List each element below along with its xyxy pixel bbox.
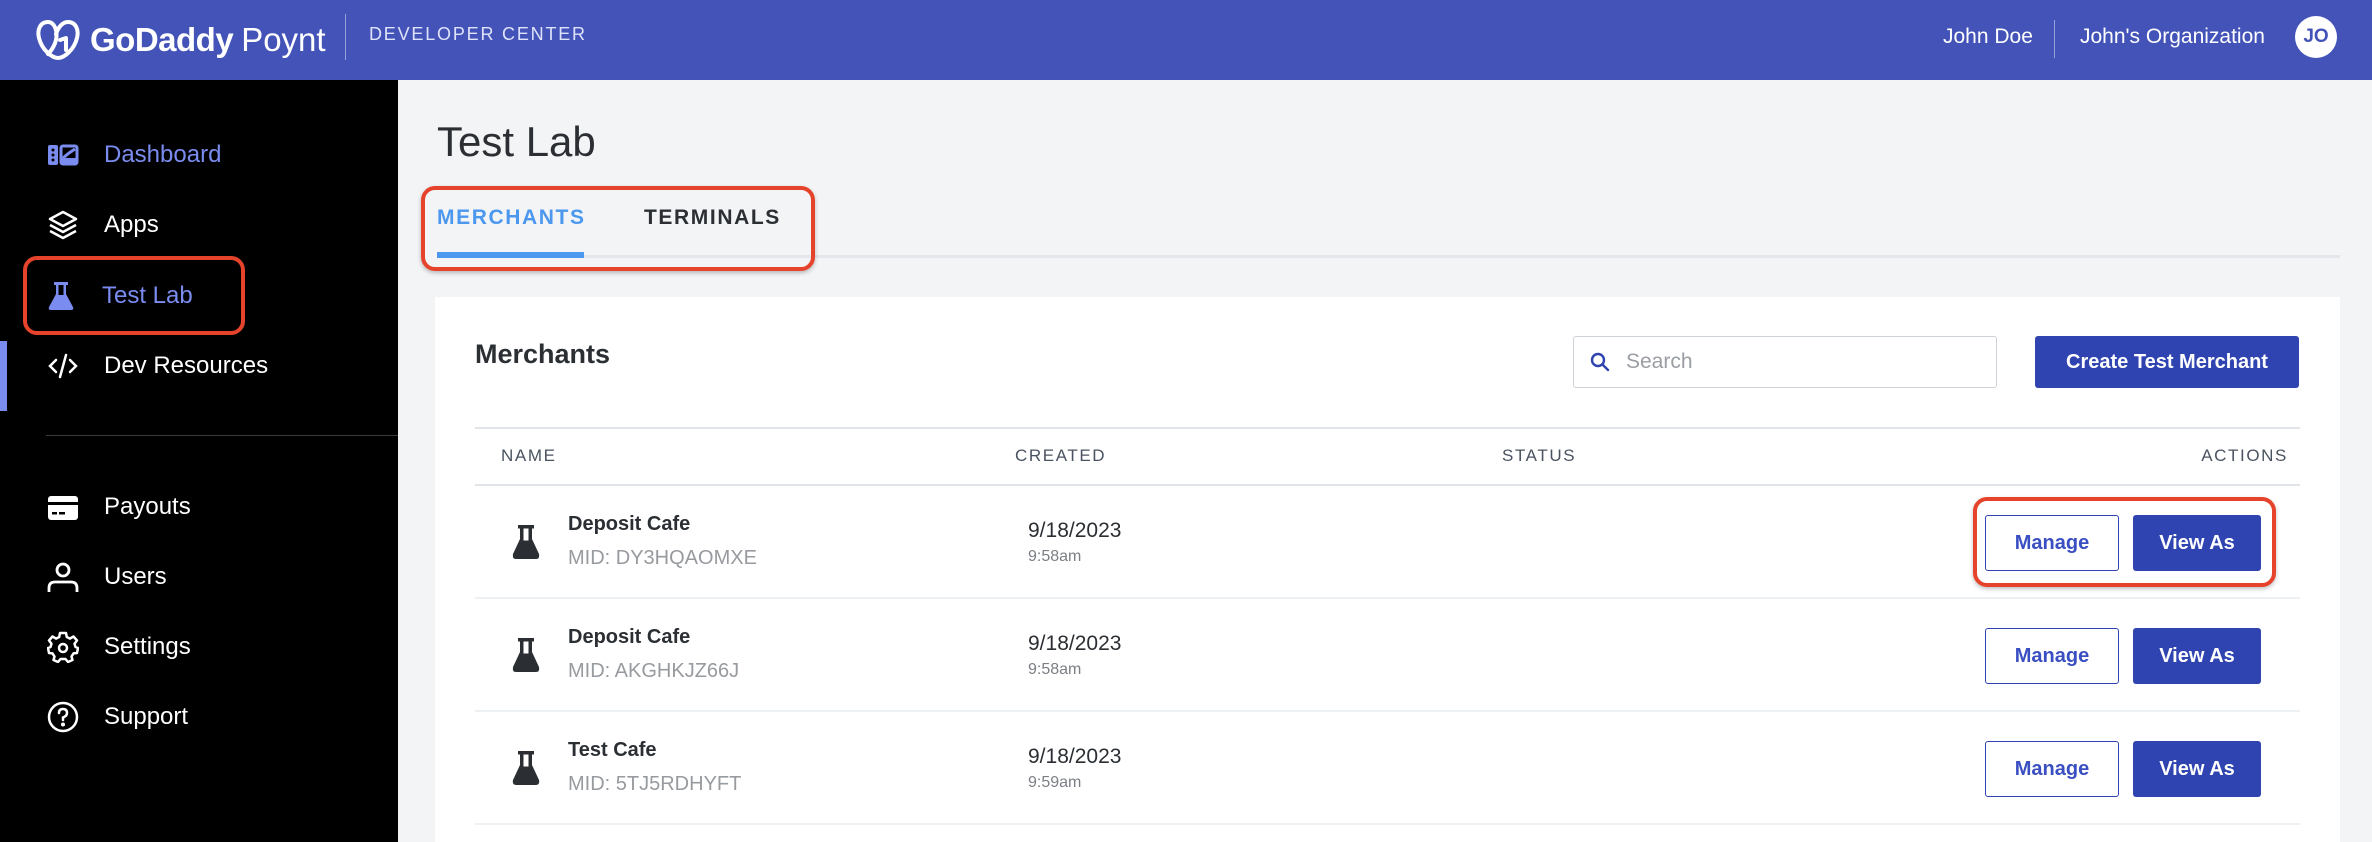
search-input[interactable] bbox=[1626, 350, 1986, 374]
created-date: 9/18/2023 bbox=[1028, 745, 1122, 768]
column-header-status[interactable]: STATUS bbox=[1502, 446, 1576, 466]
active-indicator bbox=[0, 341, 7, 411]
sidebar-item-label: Dashboard bbox=[104, 141, 222, 168]
created-date: 9/18/2023 bbox=[1028, 519, 1122, 542]
active-tab-underline bbox=[437, 252, 584, 258]
sidebar-item-payouts[interactable]: Payouts bbox=[46, 482, 191, 532]
header-divider bbox=[345, 14, 346, 60]
sidebar-item-dev-resources[interactable]: Dev Resources bbox=[46, 341, 268, 391]
section-label: DEVELOPER CENTER bbox=[369, 24, 587, 44]
tab-merchants[interactable]: MERCHANTS bbox=[437, 206, 586, 230]
top-header: GoDaddy Poynt DEVELOPER CENTER John Doe … bbox=[0, 0, 2372, 80]
view-as-button[interactable]: View As bbox=[2133, 515, 2261, 571]
help-circle-icon bbox=[46, 700, 80, 734]
sidebar: Dashboard Apps Test Lab Dev Resources Pa… bbox=[0, 80, 398, 842]
column-header-actions: ACTIONS bbox=[2201, 446, 2288, 465]
manage-button[interactable]: Manage bbox=[1985, 515, 2119, 571]
code-icon bbox=[46, 349, 80, 383]
user-name[interactable]: John Doe bbox=[1943, 25, 2033, 49]
brand-secondary: Poynt bbox=[241, 21, 326, 58]
sidebar-item-label: Test Lab bbox=[102, 282, 193, 309]
merchant-name: Deposit Cafe bbox=[568, 513, 691, 535]
table-row: Deposit Cafe MID: DY3HQAOMXE 9/18/2023 9… bbox=[475, 486, 2300, 599]
search-icon bbox=[1590, 352, 1610, 372]
column-header-created[interactable]: CREATED bbox=[1015, 446, 1106, 466]
sidebar-item-label: Dev Resources bbox=[104, 352, 269, 379]
merchant-name: Deposit Cafe bbox=[568, 626, 691, 648]
page-title: Test Lab bbox=[437, 118, 596, 165]
created-time: 9:59am bbox=[1028, 774, 1082, 791]
table-row: Deposit Cafe MID: AKGHKJZ66J 9/18/2023 9… bbox=[475, 599, 2300, 712]
created-time: 9:58am bbox=[1028, 548, 1082, 565]
sidebar-item-label: Apps bbox=[104, 211, 159, 238]
godaddy-poynt-logo[interactable]: GoDaddy Poynt bbox=[34, 14, 326, 66]
create-test-merchant-button[interactable]: Create Test Merchant bbox=[2035, 336, 2299, 388]
tab-terminals[interactable]: TERMINALS bbox=[644, 206, 781, 230]
layers-icon bbox=[46, 208, 80, 242]
brand-primary: GoDaddy bbox=[90, 21, 234, 58]
table-row: Test Cafe MID: 5TJ5RDHYFT 9/18/2023 9:59… bbox=[475, 712, 2300, 825]
view-as-button[interactable]: View As bbox=[2133, 628, 2261, 684]
dashboard-icon bbox=[46, 138, 80, 172]
user-divider bbox=[2054, 20, 2055, 58]
manage-button[interactable]: Manage bbox=[1985, 628, 2119, 684]
sidebar-item-apps[interactable]: Apps bbox=[46, 200, 159, 250]
card-title: Merchants bbox=[475, 339, 611, 369]
sidebar-item-label: Users bbox=[104, 563, 167, 590]
search-field[interactable] bbox=[1573, 336, 1997, 388]
merchant-id: MID: AKGHKJZ66J bbox=[568, 660, 740, 682]
table-header: NAME CREATED STATUS ACTIONS bbox=[475, 427, 2300, 486]
sidebar-divider bbox=[46, 435, 398, 436]
credit-card-icon bbox=[46, 490, 80, 524]
sidebar-item-label: Payouts bbox=[104, 493, 191, 520]
sidebar-item-label: Support bbox=[104, 703, 189, 730]
flask-icon bbox=[512, 751, 540, 785]
merchants-card: Merchants Create Test Merchant NAME CREA… bbox=[435, 297, 2340, 842]
flask-icon bbox=[44, 279, 78, 313]
manage-button[interactable]: Manage bbox=[1985, 741, 2119, 797]
created-date: 9/18/2023 bbox=[1028, 632, 1122, 655]
sidebar-item-support[interactable]: Support bbox=[46, 692, 188, 742]
view-as-button[interactable]: View As bbox=[2133, 741, 2261, 797]
column-header-name[interactable]: NAME bbox=[501, 446, 557, 466]
sidebar-item-settings[interactable]: Settings bbox=[46, 622, 191, 672]
user-icon bbox=[46, 560, 80, 594]
flask-icon bbox=[512, 638, 540, 672]
tab-bar: MERCHANTS TERMINALS bbox=[437, 200, 2340, 258]
merchant-name: Test Cafe bbox=[568, 739, 657, 761]
sidebar-item-test-lab[interactable]: Test Lab bbox=[44, 271, 193, 321]
gear-icon bbox=[46, 630, 80, 664]
organization-name[interactable]: John's Organization bbox=[2080, 25, 2265, 49]
sidebar-item-label: Settings bbox=[104, 633, 191, 660]
sidebar-item-users[interactable]: Users bbox=[46, 552, 167, 602]
merchants-table: NAME CREATED STATUS ACTIONS Deposit Cafe… bbox=[475, 427, 2300, 825]
sidebar-item-dashboard[interactable]: Dashboard bbox=[46, 130, 221, 180]
avatar[interactable]: JO bbox=[2295, 16, 2337, 58]
created-time: 9:58am bbox=[1028, 661, 1082, 678]
merchant-id: MID: DY3HQAOMXE bbox=[568, 547, 757, 569]
godaddy-logo-icon bbox=[36, 20, 80, 60]
merchant-id: MID: 5TJ5RDHYFT bbox=[568, 773, 742, 795]
flask-icon bbox=[512, 525, 540, 559]
